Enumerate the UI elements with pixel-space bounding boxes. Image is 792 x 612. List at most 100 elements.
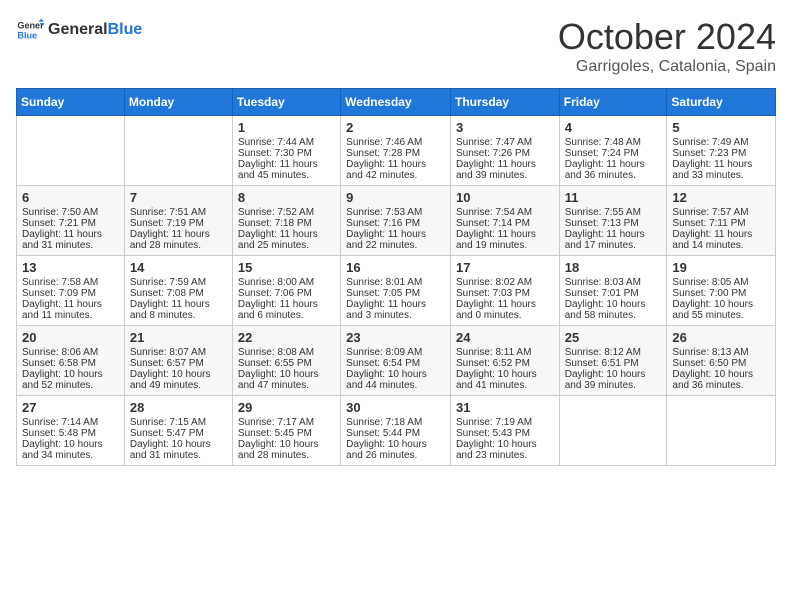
calendar-cell: 27Sunrise: 7:14 AMSunset: 5:48 PMDayligh… <box>17 396 125 466</box>
cell-text: Sunrise: 8:02 AM <box>456 277 554 288</box>
title-area: October 2024 Garrigoles, Catalonia, Spai… <box>558 16 776 76</box>
cell-text: Daylight: 10 hours and 39 minutes. <box>565 369 662 391</box>
day-number: 10 <box>456 190 554 205</box>
cell-text: Daylight: 11 hours and 19 minutes. <box>456 229 554 251</box>
calendar-cell: 24Sunrise: 8:11 AMSunset: 6:52 PMDayligh… <box>450 326 559 396</box>
cell-text: Sunset: 6:57 PM <box>130 358 227 369</box>
day-number: 28 <box>130 400 227 415</box>
cell-text: Sunset: 6:58 PM <box>22 358 119 369</box>
cell-text: Daylight: 11 hours and 39 minutes. <box>456 159 554 181</box>
day-number: 1 <box>238 120 335 135</box>
cell-text: Sunset: 7:06 PM <box>238 288 335 299</box>
calendar-cell: 14Sunrise: 7:59 AMSunset: 7:08 PMDayligh… <box>124 256 232 326</box>
calendar-cell: 15Sunrise: 8:00 AMSunset: 7:06 PMDayligh… <box>232 256 340 326</box>
calendar-cell: 16 Sunrise: 8:01 AMSunset: 7:05 PMDayligh… <box>341 256 451 326</box>
day-number: 22 <box>238 330 335 345</box>
day-number: 3 <box>456 120 554 135</box>
cell-text: Sunrise: 7:50 AM <box>22 207 119 218</box>
day-number: 4 <box>565 120 662 135</box>
calendar-cell: 22Sunrise: 8:08 AMSunset: 6:55 PMDayligh… <box>232 326 340 396</box>
day-number: 21 <box>130 330 227 345</box>
day-number: 5 <box>672 120 770 135</box>
day-number: 15 <box>238 260 335 275</box>
day-header: Sunday <box>17 89 125 116</box>
logo-blue-text: Blue <box>108 21 143 38</box>
cell-text: Sunrise: 8:08 AM <box>238 347 335 358</box>
calendar-cell: 12Sunrise: 7:57 AMSunset: 7:11 PMDayligh… <box>667 186 776 256</box>
page-header: General Blue GeneralBlue October 2024 Ga… <box>16 16 776 76</box>
calendar-cell: 23Sunrise: 8:09 AMSunset: 6:54 PMDayligh… <box>341 326 451 396</box>
cell-text: Sunrise: 7:53 AM <box>346 207 445 218</box>
cell-text: Sunset: 7:21 PM <box>22 218 119 229</box>
cell-text: Daylight: 11 hours and 17 minutes. <box>565 229 662 251</box>
cell-text: Sunrise: 7:57 AM <box>672 207 770 218</box>
calendar-cell: 8Sunrise: 7:52 AMSunset: 7:18 PMDaylight… <box>232 186 340 256</box>
cell-text: Sunset: 7:11 PM <box>672 218 770 229</box>
cell-text: Sunset: 5:45 PM <box>238 428 335 439</box>
cell-text: Sunset: 7:03 PM <box>456 288 554 299</box>
cell-text: Sunset: 7:23 PM <box>672 148 770 159</box>
day-number: 26 <box>672 330 770 345</box>
month-title: October 2024 <box>558 16 776 58</box>
calendar-cell: 17 Sunrise: 8:02 AMSunset: 7:03 PMDayligh… <box>450 256 559 326</box>
cell-text: Sunset: 6:55 PM <box>238 358 335 369</box>
cell-text: Sunrise: 8:00 AM <box>238 277 335 288</box>
cell-text: Sunset: 7:14 PM <box>456 218 554 229</box>
cell-text: Sunset: 5:47 PM <box>130 428 227 439</box>
cell-text: Sunrise: 7:49 AM <box>672 137 770 148</box>
day-number: 25 <box>565 330 662 345</box>
calendar-cell: 30Sunrise: 7:18 AMSunset: 5:44 PMDayligh… <box>341 396 451 466</box>
cell-text: Daylight: 10 hours and 28 minutes. <box>238 439 335 461</box>
day-number: 12 <box>672 190 770 205</box>
cell-text: Sunrise: 7:54 AM <box>456 207 554 218</box>
calendar-cell: 9Sunrise: 7:53 AMSunset: 7:16 PMDaylight… <box>341 186 451 256</box>
cell-text: Sunset: 7:19 PM <box>130 218 227 229</box>
cell-text: Sunrise: 8:09 AM <box>346 347 445 358</box>
cell-text: Daylight: 11 hours and 42 minutes. <box>346 159 445 181</box>
cell-text: Sunrise: 8:05 AM <box>672 277 770 288</box>
calendar-week-row: 1Sunrise: 7:44 AMSunset: 7:30 PMDaylight… <box>17 116 776 186</box>
calendar-cell: 18Sunrise: 8:03 AMSunset: 7:01 PMDayligh… <box>559 256 667 326</box>
cell-text: Sunrise: 7:14 AM <box>22 417 119 428</box>
logo-general-text: General <box>48 21 108 38</box>
cell-text: Sunset: 5:43 PM <box>456 428 554 439</box>
day-number: 16 <box>346 260 445 275</box>
day-number: 19 <box>672 260 770 275</box>
cell-text: Sunrise: 7:51 AM <box>130 207 227 218</box>
cell-text: Sunrise: 8:03 AM <box>565 277 662 288</box>
cell-text: Sunset: 7:05 PM <box>346 288 445 299</box>
calendar-cell: 19Sunrise: 8:05 AMSunset: 7:00 PMDayligh… <box>667 256 776 326</box>
calendar-cell: 4Sunrise: 7:48 AMSunset: 7:24 PMDaylight… <box>559 116 667 186</box>
cell-text: Daylight: 11 hours and 0 minutes. <box>456 299 554 321</box>
calendar-cell: 29Sunrise: 7:17 AMSunset: 5:45 PMDayligh… <box>232 396 340 466</box>
calendar-cell: 26Sunrise: 8:13 AMSunset: 6:50 PMDayligh… <box>667 326 776 396</box>
cell-text: Sunrise: 8:13 AM <box>672 347 770 358</box>
calendar-week-row: 13Sunrise: 7:58 AMSunset: 7:09 PMDayligh… <box>17 256 776 326</box>
cell-text: Sunset: 6:54 PM <box>346 358 445 369</box>
calendar-cell: 21Sunrise: 8:07 AMSunset: 6:57 PMDayligh… <box>124 326 232 396</box>
day-number: 6 <box>22 190 119 205</box>
day-number: 17 <box>456 260 554 275</box>
day-number: 2 <box>346 120 445 135</box>
cell-text: Daylight: 10 hours and 52 minutes. <box>22 369 119 391</box>
day-number: 30 <box>346 400 445 415</box>
calendar-week-row: 6 Sunrise: 7:50 AMSunset: 7:21 PM Daylight… <box>17 186 776 256</box>
cell-text: Sunrise: 8:01 AM <box>346 277 445 288</box>
cell-text: Daylight: 11 hours and 3 minutes. <box>346 299 445 321</box>
cell-text: Sunset: 7:13 PM <box>565 218 662 229</box>
day-number: 11 <box>565 190 662 205</box>
calendar-cell: 3Sunrise: 7:47 AMSunset: 7:26 PMDaylight… <box>450 116 559 186</box>
cell-text: Sunrise: 8:06 AM <box>22 347 119 358</box>
day-number: 13 <box>22 260 119 275</box>
cell-text: Sunset: 7:00 PM <box>672 288 770 299</box>
cell-text: Sunrise: 7:48 AM <box>565 137 662 148</box>
calendar-week-row: 27Sunrise: 7:14 AMSunset: 5:48 PMDayligh… <box>17 396 776 466</box>
calendar-cell: 5Sunrise: 7:49 AMSunset: 7:23 PMDaylight… <box>667 116 776 186</box>
calendar-header-row: SundayMondayTuesdayWednesdayThursdayFrid… <box>17 89 776 116</box>
day-number: 18 <box>565 260 662 275</box>
calendar-cell: 7Sunrise: 7:51 AMSunset: 7:19 PMDaylight… <box>124 186 232 256</box>
cell-text: Sunset: 7:01 PM <box>565 288 662 299</box>
cell-text: Daylight: 10 hours and 44 minutes. <box>346 369 445 391</box>
cell-text: Daylight: 11 hours and 22 minutes. <box>346 229 445 251</box>
cell-text: Daylight: 11 hours and 36 minutes. <box>565 159 662 181</box>
